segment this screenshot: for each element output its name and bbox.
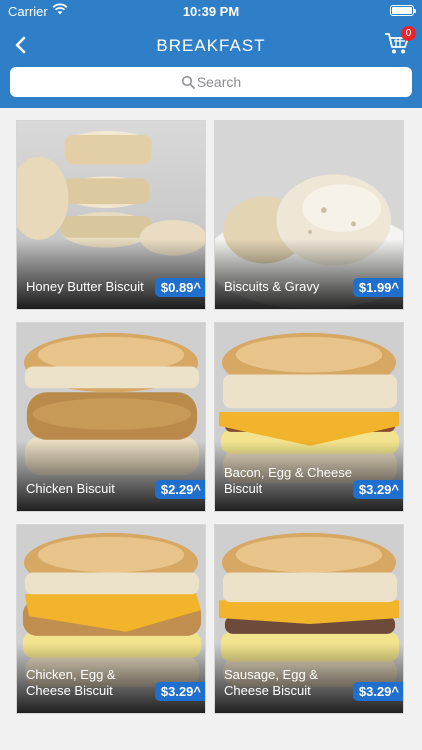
back-button[interactable]: [6, 30, 34, 60]
menu-item-tile[interactable]: Honey Butter Biscuit $0.89^: [16, 120, 206, 310]
price-badge: $3.29^: [352, 480, 403, 499]
search-icon: [181, 75, 195, 89]
item-name: Chicken, Egg & Cheese Biscuit: [26, 667, 116, 698]
price-badge: $3.29^: [154, 682, 205, 701]
battery-icon: [390, 5, 416, 16]
label-shade: [17, 441, 205, 511]
menu-item-tile[interactable]: Sausage, Egg & Cheese Biscuit $3.29^: [214, 524, 404, 714]
label-shade: [17, 239, 205, 309]
price-badge: $1.99^: [352, 278, 403, 297]
item-name: Sausage, Egg & Cheese Biscuit: [224, 667, 318, 698]
chevron-left-icon: [15, 36, 26, 54]
search-placeholder: Search: [196, 74, 242, 90]
cart-count-badge: 0: [401, 26, 416, 41]
price-badge: $0.89^: [154, 278, 205, 297]
menu-item-tile[interactable]: Chicken Biscuit $2.29^: [16, 322, 206, 512]
menu-grid: Honey Butter Biscuit $0.89^ Biscuits & G…: [0, 108, 422, 750]
price-badge: $2.29^: [154, 480, 205, 499]
item-name: Biscuits & Gravy: [224, 279, 320, 294]
menu-item-tile[interactable]: Biscuits & Gravy $1.99^: [214, 120, 404, 310]
status-time: 10:39 PM: [182, 4, 240, 19]
item-name: Bacon, Egg & Cheese Biscuit: [224, 465, 352, 496]
item-name: Chicken Biscuit: [26, 481, 115, 496]
status-bar: Carrier 10:39 PM: [0, 0, 422, 22]
app-header: Carrier 10:39 PM BREAKFAST 0 Search: [0, 0, 422, 108]
cart-button[interactable]: 0: [384, 26, 416, 58]
menu-item-tile[interactable]: Chicken, Egg & Cheese Biscuit $3.29^: [16, 524, 206, 714]
nav-bar: BREAKFAST 0: [0, 26, 422, 64]
menu-item-tile[interactable]: Bacon, Egg & Cheese Biscuit $3.29^: [214, 322, 404, 512]
page-title: BREAKFAST: [156, 36, 266, 55]
item-name: Honey Butter Biscuit: [26, 279, 144, 294]
label-shade: [215, 239, 403, 309]
price-badge: $3.29^: [352, 682, 403, 701]
search-input[interactable]: Search: [10, 67, 412, 97]
